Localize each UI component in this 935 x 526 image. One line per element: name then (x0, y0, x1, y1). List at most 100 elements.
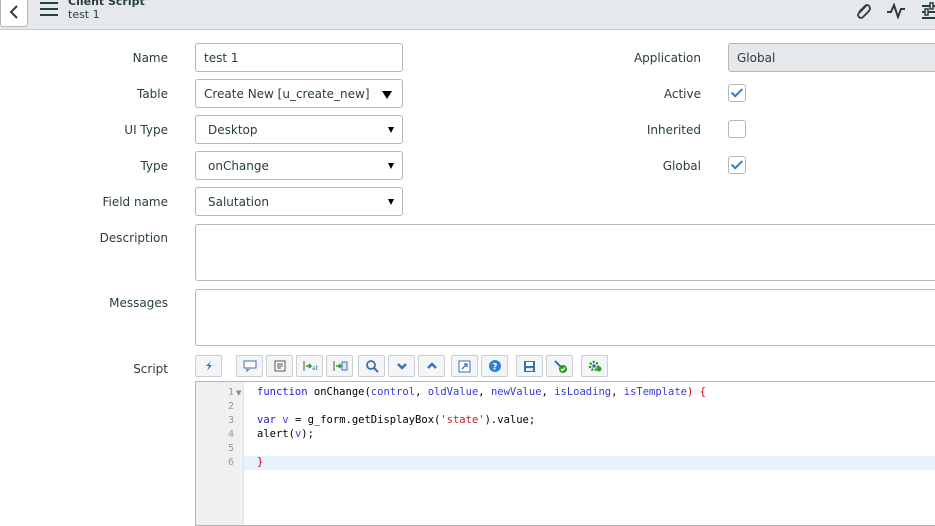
name-value: test 1 (204, 50, 239, 65)
code-token: , (541, 386, 555, 398)
global-checkbox[interactable] (728, 156, 746, 174)
code-token: = g_form.getDisplayBox( (288, 414, 441, 426)
table-select[interactable]: Create New [u_create_new] (195, 79, 403, 108)
code-token: , (478, 386, 491, 398)
help-button[interactable]: ? (481, 355, 508, 377)
script-check-button[interactable] (546, 355, 573, 377)
replace-all-button[interactable] (326, 355, 353, 377)
inherited-checkbox[interactable] (728, 120, 746, 138)
activity-icon[interactable] (884, 0, 908, 22)
messages-textarea[interactable] (195, 289, 935, 346)
fullscreen-icon (458, 360, 471, 372)
table-label: Table (136, 87, 168, 101)
name-label: Name (132, 51, 168, 65)
back-button[interactable] (0, 0, 28, 27)
inherited-label: Inherited (646, 123, 701, 137)
line-number: 4 (227, 429, 234, 440)
code-token: ).value; (484, 414, 536, 426)
attachment-icon[interactable] (851, 0, 875, 22)
replace-all-icon (333, 361, 347, 371)
chevron-down-icon (388, 163, 394, 169)
script-label: Script (133, 362, 168, 376)
application-field: Global (728, 43, 935, 72)
replace-icon: ab (303, 361, 318, 372)
toggle-syntax-icon (205, 361, 212, 371)
chevron-down-icon (388, 127, 394, 133)
code-token: control (370, 386, 416, 398)
record-type-label: Client Script (68, 0, 145, 8)
format-icon (274, 360, 285, 372)
chevron-down-icon (388, 199, 394, 205)
code-line-1: function onChange(control, oldValue, new… (257, 386, 706, 398)
ui-type-select[interactable]: Desktop (195, 115, 403, 144)
script-check-icon (553, 360, 567, 373)
code-token: 'state' (440, 414, 485, 426)
line-number: 6 (227, 457, 234, 468)
line-number: 1 (227, 387, 234, 398)
code-line-3: var v = g_form.getDisplayBox('state').va… (257, 414, 535, 426)
messages-label: Messages (109, 296, 168, 310)
field-name-label: Field name (102, 195, 168, 209)
search-icon (365, 360, 379, 373)
previous-button[interactable] (418, 355, 445, 377)
code-token: isLoading (554, 386, 612, 398)
description-label: Description (99, 231, 168, 245)
format-button[interactable] (266, 355, 293, 377)
code-line-6: } (257, 456, 264, 468)
field-name-select[interactable]: Salutation (195, 187, 403, 216)
code-token: ); (301, 428, 314, 440)
replace-button[interactable]: ab (296, 355, 323, 377)
line-number: 3 (227, 415, 234, 426)
field-name-value: Salutation (208, 194, 269, 209)
code-token: alert( (257, 428, 295, 440)
code-token: oldValue (427, 386, 479, 398)
menu-icon[interactable] (40, 2, 58, 16)
record-name-label: test 1 (68, 8, 100, 21)
code-token: ) { (686, 386, 706, 398)
ui-type-label: UI Type (124, 123, 168, 137)
toggle-syntax-button[interactable] (195, 355, 222, 377)
svg-text:ab: ab (312, 365, 318, 372)
fold-arrow-icon[interactable]: ▼ (236, 389, 241, 397)
svg-text:?: ? (492, 363, 497, 373)
chevron-down-icon (382, 91, 392, 99)
fullscreen-button[interactable] (451, 355, 478, 377)
line-number-gutter: 1 ▼ 2 3 4 5 6 (196, 382, 244, 525)
code-token: onChange( (307, 386, 371, 398)
debug-icon (588, 360, 601, 372)
check-icon (730, 85, 744, 98)
type-select[interactable]: onChange (195, 151, 403, 180)
code-token: , (611, 386, 624, 398)
application-label: Application (633, 51, 701, 65)
debug-button[interactable] (581, 355, 608, 377)
script-editor[interactable]: 1 ▼ 2 3 4 5 6 function onChange(control,… (195, 381, 935, 526)
ui-type-value: Desktop (208, 122, 258, 137)
code-token: newValue (490, 386, 542, 398)
code-token: var (257, 414, 276, 426)
code-token: function (257, 386, 308, 398)
description-textarea[interactable] (195, 224, 935, 281)
back-icon (9, 4, 18, 19)
chevron-down-icon (396, 363, 407, 370)
next-button[interactable] (388, 355, 415, 377)
active-line-highlight (244, 456, 935, 470)
application-value: Global (737, 50, 776, 65)
help-icon: ? (488, 360, 501, 373)
name-field[interactable]: test 1 (195, 43, 403, 72)
table-value: Create New [u_create_new] (204, 86, 370, 101)
save-script-button[interactable] (516, 355, 543, 377)
type-label: Type (140, 159, 168, 173)
settings-icon[interactable] (917, 0, 935, 22)
global-label: Global (662, 159, 701, 173)
chevron-up-icon (426, 362, 437, 369)
active-label: Active (663, 87, 701, 101)
comment-button[interactable] (236, 355, 263, 377)
comment-icon (243, 360, 256, 372)
check-icon (730, 157, 744, 170)
code-token: isTemplate (623, 386, 687, 398)
search-button[interactable] (358, 355, 385, 377)
line-number: 2 (227, 401, 234, 412)
active-checkbox[interactable] (728, 84, 746, 102)
type-value: onChange (208, 158, 269, 173)
line-number: 5 (227, 443, 234, 454)
